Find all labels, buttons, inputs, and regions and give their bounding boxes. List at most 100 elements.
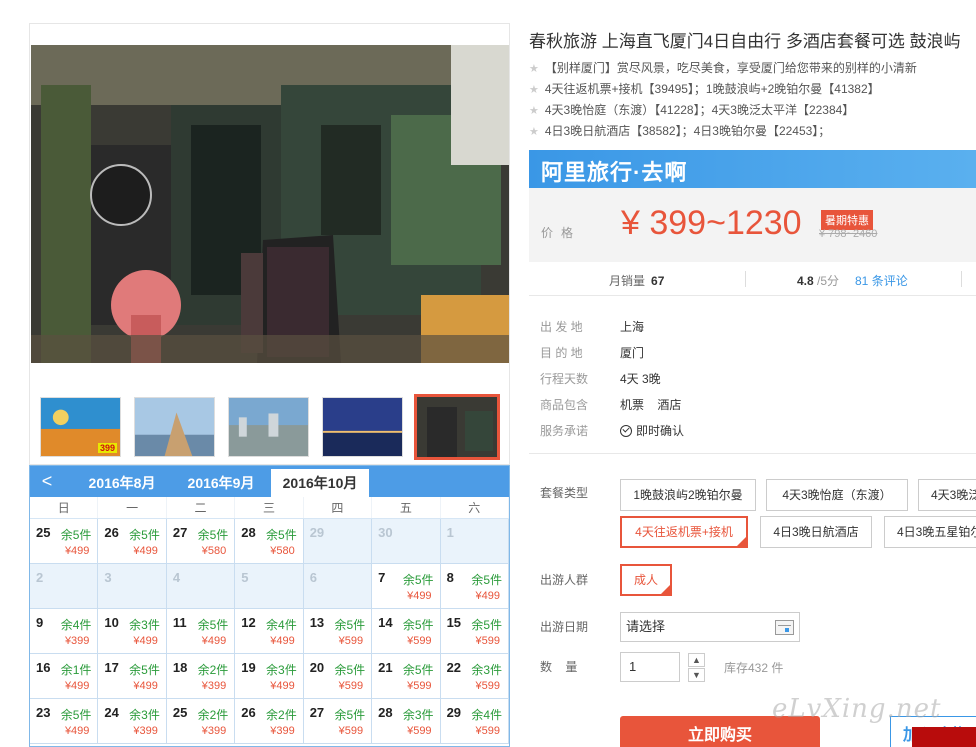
day-number: 19 <box>241 660 256 675</box>
calendar-day-cell: 29 <box>303 519 373 564</box>
day-number: 1 <box>446 525 454 540</box>
day-number: 7 <box>378 570 386 585</box>
calendar-day-cell[interactable]: 28 余5件 ¥580 <box>235 519 304 564</box>
day-price: ¥399 <box>270 725 295 737</box>
thumbnail-2[interactable] <box>134 397 215 457</box>
calendar-day-cell[interactable]: 22 余3件 ¥599 <box>440 654 509 699</box>
weekday-fri: 五 <box>372 497 441 518</box>
thumbnail-4[interactable] <box>322 397 403 457</box>
day-number: 21 <box>378 660 393 675</box>
package-option-5[interactable]: 4日3晚日航酒店 <box>760 516 872 548</box>
calendar-day-cell: 1 <box>440 519 509 564</box>
day-number: 29 <box>446 705 462 720</box>
day-stock: 余3件 <box>266 663 297 677</box>
day-price: ¥580 <box>201 545 227 557</box>
day-number: 11 <box>172 615 187 630</box>
weekday-thu: 四 <box>304 497 373 518</box>
day-stock: 余4件 <box>266 618 297 632</box>
crowd-option-adult[interactable]: 成人 <box>620 564 672 596</box>
day-stock: 余2件 <box>197 663 229 677</box>
calendar-day-cell[interactable]: 29 余4件 ¥599 <box>440 699 509 744</box>
calendar-day-cell[interactable]: 20 余5件 ¥599 <box>303 654 373 699</box>
day-stock: 余5件 <box>402 663 434 677</box>
day-stock: 余2件 <box>266 708 297 722</box>
day-price: ¥499 <box>133 545 158 557</box>
date-picker-input[interactable]: 请选择 <box>620 612 800 642</box>
calendar-day-cell[interactable]: 9 余4件 ¥399 <box>30 609 99 654</box>
main-photo[interactable] <box>31 45 509 363</box>
tab-month-oct[interactable]: 2016年10月 <box>271 469 369 497</box>
day-price: ¥599 <box>338 725 364 737</box>
calendar-day-cell[interactable]: 21 余5件 ¥599 <box>372 654 441 699</box>
day-number: 8 <box>446 570 454 585</box>
calendar-day-cell[interactable]: 19 余3件 ¥499 <box>235 654 304 699</box>
calendar-day-cell[interactable]: 25 余2件 ¥399 <box>166 699 236 744</box>
package-option-6[interactable]: 4日3晚五星铂尔曼 <box>884 516 976 548</box>
day-price: ¥599 <box>407 635 432 647</box>
day-number: 23 <box>36 705 51 720</box>
package-option-4-selected[interactable]: 4天往返机票+接机 <box>620 516 748 548</box>
calendar-day-cell[interactable]: 25 余5件 ¥499 <box>30 519 99 564</box>
day-stock: 余3件 <box>471 663 502 677</box>
day-stock: 余5件 <box>129 663 160 677</box>
calendar-day-cell[interactable]: 15 余5件 ¥599 <box>440 609 509 654</box>
tab-month-sep[interactable]: 2016年9月 <box>172 469 270 497</box>
calendar-day-cell[interactable]: 28 余3件 ¥599 <box>372 699 441 744</box>
watermark: eLvXing.net <box>772 694 942 724</box>
calendar-day-cell[interactable]: 13 余5件 ¥599 <box>303 609 373 654</box>
calendar-day-cell[interactable]: 18 余2件 ¥399 <box>166 654 236 699</box>
thumbnail-5[interactable] <box>414 394 500 460</box>
day-number: 25 <box>36 525 51 540</box>
day-price: ¥499 <box>270 680 295 692</box>
calendar-day-cell[interactable]: 27 余5件 ¥599 <box>303 699 373 744</box>
calendar-day-cell[interactable]: 17 余5件 ¥499 <box>98 654 167 699</box>
stock-text: 库存432 件 <box>724 661 784 675</box>
package-option-3[interactable]: 4天3晚泛太平洋 <box>918 479 976 511</box>
quantity-increase-button[interactable]: ▲ <box>688 653 705 667</box>
calendar-day-cell[interactable]: 8 余5件 ¥499 <box>440 564 509 609</box>
calendar-day-cell[interactable]: 26 余2件 ¥399 <box>235 699 304 744</box>
calendar-day-cell[interactable]: 16 余1件 ¥499 <box>30 654 99 699</box>
thumbnail-1[interactable]: 399 <box>40 397 121 457</box>
day-number: 24 <box>104 705 119 720</box>
quantity-input[interactable]: 1 <box>620 652 680 682</box>
day-number: 14 <box>378 615 393 630</box>
calendar-day-cell[interactable]: 26 余5件 ¥499 <box>98 519 167 564</box>
day-number: 18 <box>172 660 188 675</box>
brand-name: 阿里旅行·去啊 <box>541 160 688 185</box>
day-price: ¥499 <box>475 590 500 602</box>
package-option-2[interactable]: 4天3晚怡庭（东渡） <box>766 479 908 511</box>
day-number: 3 <box>104 570 112 585</box>
corner-badge <box>912 727 976 747</box>
calendar-icon[interactable] <box>775 620 794 635</box>
weekday-sat: 六 <box>441 497 509 518</box>
section-divider <box>529 453 976 454</box>
star-icon: ★ <box>529 84 539 96</box>
photo-gallery: 399 <box>29 23 510 465</box>
reviews-link[interactable]: 81 条评论 <box>855 272 908 289</box>
calendar-day-cell[interactable]: 27 余5件 ¥580 <box>166 519 236 564</box>
calendar-day-cell[interactable]: 23 余5件 ¥499 <box>30 699 99 744</box>
day-number: 27 <box>309 705 325 720</box>
calendar-day-cell[interactable]: 12 余4件 ¥499 <box>235 609 304 654</box>
calendar-day-cell[interactable]: 11 余5件 ¥499 <box>166 609 236 654</box>
day-price: ¥599 <box>338 635 364 647</box>
day-number: 26 <box>104 525 119 540</box>
tab-month-aug[interactable]: 2016年8月 <box>73 469 171 497</box>
day-stock: 余5件 <box>471 573 502 587</box>
day-price: ¥399 <box>133 725 158 737</box>
calendar-day-cell[interactable]: 7 余5件 ¥499 <box>372 564 441 609</box>
brand-banner: 阿里旅行·去啊 <box>529 150 976 188</box>
weekday-tue: 二 <box>167 497 236 518</box>
quantity-decrease-button[interactable]: ▼ <box>688 668 705 682</box>
product-title: 春秋旅游 上海直飞厦门4日自由行 多酒店套餐可选 鼓浪屿 <box>529 32 961 51</box>
package-option-1[interactable]: 1晚鼓浪屿2晚铂尔曼 <box>620 479 756 511</box>
calendar-prev-button[interactable]: < <box>30 466 64 497</box>
feature-line-3: ★ 4天3晚怡庭（东渡）【41228】；4天3晚泛太平洋【22384】 <box>529 103 855 117</box>
calendar-day-cell: 5 <box>235 564 304 609</box>
calendar-day-cell[interactable]: 24 余3件 ¥399 <box>98 699 167 744</box>
calendar-day-cell[interactable]: 10 余3件 ¥499 <box>98 609 167 654</box>
thumbnail-3[interactable] <box>228 397 309 457</box>
calendar-day-cell[interactable]: 14 余5件 ¥599 <box>372 609 441 654</box>
day-price: ¥499 <box>133 635 158 647</box>
